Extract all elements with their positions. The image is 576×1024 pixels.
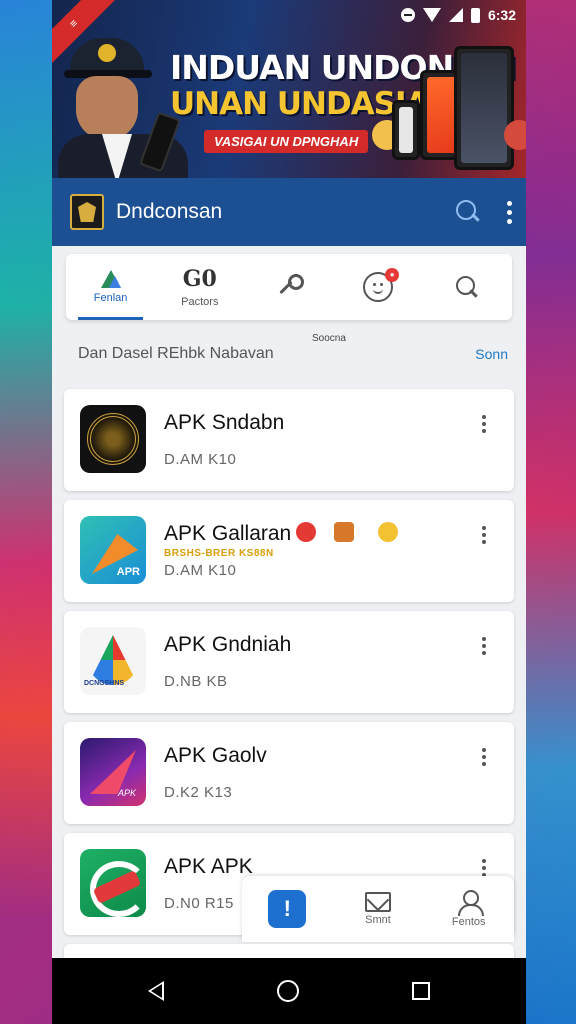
- tab-emoji[interactable]: ●: [334, 254, 423, 320]
- app-icon-label: DCNGSHNS: [84, 680, 125, 687]
- tab-search[interactable]: [423, 254, 512, 320]
- more-options-icon[interactable]: [482, 526, 486, 544]
- app-icon-label: APR: [116, 566, 140, 578]
- app-name: APK Sndabn: [164, 411, 285, 434]
- bottom-navigation: ! Smnt Fentos: [242, 876, 514, 942]
- angry-emoji-icon: [296, 522, 316, 542]
- more-options-icon[interactable]: [482, 859, 486, 877]
- home-circle-icon[interactable]: [276, 980, 299, 1002]
- search-icon: [454, 274, 480, 300]
- tab-pactors[interactable]: G0 Pactors: [155, 254, 244, 320]
- status-bar: 6:32: [52, 0, 526, 30]
- figure-icon: [334, 522, 354, 542]
- section-title: Dan Dasel REhbk Nabavan: [78, 345, 274, 362]
- nav-label: Fentos: [451, 916, 486, 928]
- phone-mockup-icon: [454, 46, 514, 170]
- background-right: [526, 0, 576, 1024]
- phone-mockup-icon: [392, 100, 420, 160]
- app-card[interactable]: APK Sndabn D.AM K10: [64, 389, 514, 491]
- more-options-icon[interactable]: [482, 415, 486, 433]
- app-card[interactable]: APK APK Gaolv D.K2 K13: [64, 722, 514, 824]
- dnd-icon: [400, 8, 415, 22]
- app-title: Dndconsan: [116, 200, 223, 223]
- smile-emoji-icon: [378, 522, 398, 542]
- mascot-icon: [504, 120, 526, 150]
- recent-apps-icon[interactable]: [411, 982, 430, 1000]
- signal-icon: [448, 8, 463, 22]
- app-name: APK APK: [164, 855, 253, 878]
- app-name: APK Gndniah: [164, 633, 292, 656]
- nav-label: Smnt: [365, 914, 391, 926]
- phone-screen: ≡ INDUAN UNDONIAN UNAN UNDASIAN VASIGAI …: [52, 0, 526, 1024]
- tab-label: Pactors: [181, 296, 219, 308]
- apr-app-icon: APR: [80, 516, 146, 584]
- user-icon: [456, 890, 484, 916]
- section-caption: Soocna: [312, 333, 346, 344]
- gold-emblem-icon: [80, 405, 146, 473]
- app-promo: BRSHS-BRER KS88N: [164, 548, 274, 559]
- app-meta: D.N0 R15: [164, 895, 234, 912]
- app-icon-label: APK: [117, 788, 136, 798]
- more-options-icon[interactable]: [482, 748, 486, 766]
- app-meta: D.K2 K13: [164, 784, 233, 801]
- app-card[interactable]: APR APK Gallaran BRSHS-BRER KS88N D.AM K…: [64, 500, 514, 602]
- app-name: APK Gallaran: [164, 522, 292, 545]
- purple-app-icon: APK: [80, 738, 146, 806]
- more-options-icon[interactable]: [506, 200, 512, 224]
- app-card[interactable]: DCNGSHNS APK Gndniah D.NB KB: [64, 611, 514, 713]
- more-options-icon[interactable]: [482, 637, 486, 655]
- emoji-icon: ●: [363, 268, 400, 302]
- tab-label: Fenlan: [93, 292, 128, 304]
- banner-pill: VASIGAI UN DPNGHAH: [204, 130, 369, 153]
- app-meta: D.AM K10: [164, 451, 237, 468]
- search-icon[interactable]: [456, 200, 480, 224]
- tab-fenlan[interactable]: Fenlan: [66, 254, 155, 320]
- app-name: APK Gaolv: [164, 744, 267, 767]
- status-time: 6:32: [487, 7, 516, 23]
- triangle-logo-icon: [100, 270, 121, 288]
- nav-fentos[interactable]: Fentos: [423, 876, 514, 942]
- battery-icon: [470, 7, 480, 23]
- wifi-icon: [422, 8, 441, 22]
- home-icon: !: [268, 890, 307, 928]
- mail-icon: [365, 892, 391, 912]
- nav-home[interactable]: !: [242, 876, 333, 942]
- back-icon[interactable]: [148, 981, 165, 1001]
- go-icon: G0: [182, 266, 217, 292]
- wrench-icon: [274, 272, 304, 302]
- tab-tools[interactable]: [244, 254, 333, 320]
- app-bar: Dndconsan: [52, 178, 526, 246]
- nav-smnt[interactable]: Smnt: [333, 876, 424, 942]
- app-meta: D.NB KB: [164, 673, 228, 690]
- app-logo-icon: [70, 194, 104, 230]
- category-tabs: Fenlan G0 Pactors ●: [66, 254, 512, 320]
- system-navigation-bar: [52, 958, 526, 1024]
- green-app-icon: [80, 849, 146, 917]
- notification-badge: ●: [385, 268, 400, 282]
- background-left: [0, 0, 52, 1024]
- swirl-app-icon: DCNGSHNS: [80, 627, 146, 695]
- section-see-more-link[interactable]: Sonn: [475, 346, 508, 362]
- app-meta: D.AM K10: [164, 562, 237, 579]
